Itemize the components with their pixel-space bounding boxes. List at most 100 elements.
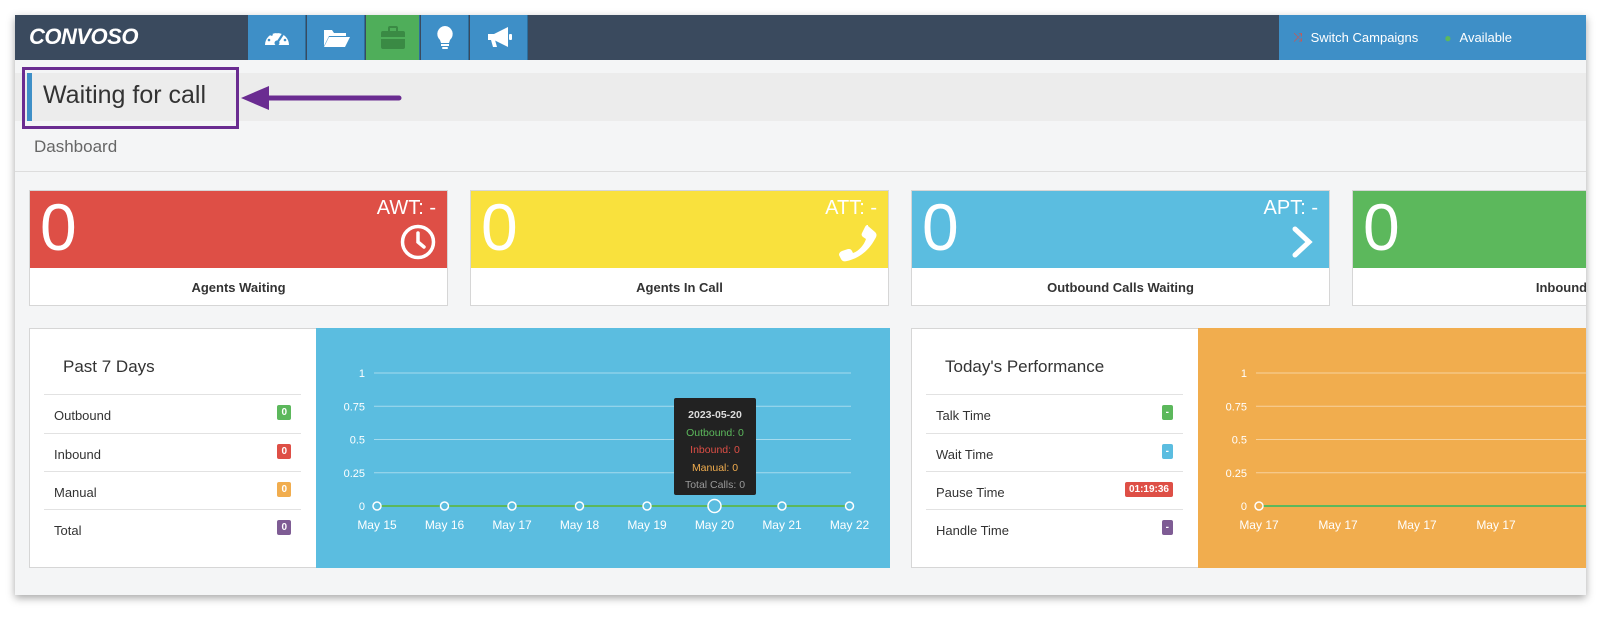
switch-campaigns-label: Switch Campaigns — [1310, 30, 1419, 45]
x-tick-label: May 20 — [695, 518, 735, 532]
card-value: 0 — [922, 190, 959, 264]
data-point — [642, 501, 652, 511]
row-label: Total — [54, 523, 82, 538]
row-label: Pause Time — [936, 485, 1005, 500]
chart-background — [316, 328, 890, 568]
time-badge: - — [1161, 405, 1173, 420]
top-navbar: CONVOSO ⤨ Switch Campaigns ● Available — [15, 15, 1586, 60]
past-7-days-panel: Past 7 Days Outbound 0 Inbound 0 Manual … — [29, 328, 317, 568]
y-tick-label: 1 — [1241, 368, 1247, 380]
shuffle-icon: ⤨ — [1293, 30, 1303, 44]
todays-performance-panel: Today's Performance Talk Time - Wait Tim… — [911, 328, 1199, 568]
folder-open-icon — [323, 29, 350, 47]
chart-tooltip: 2023-05-20 Outbound: 0 Inbound: 0 Manual… — [674, 398, 756, 495]
data-point — [574, 501, 585, 511]
app-window: CONVOSO ⤨ Switch Campaigns ● Available W… — [15, 15, 1586, 595]
y-tick-label: 0.5 — [1232, 435, 1247, 447]
y-tick-label: 0.25 — [1226, 468, 1247, 480]
x-tick-label: May 17 — [1318, 518, 1358, 532]
panel-title: Today's Performance — [945, 357, 1105, 376]
tooltip-inbound: Inbound: 0 — [690, 444, 740, 456]
card-metric: ATT: - — [825, 197, 877, 219]
megaphone-icon — [487, 26, 512, 47]
dashboard-nav-button[interactable] — [248, 15, 306, 60]
tooltip-total: Total Calls: 0 — [684, 479, 746, 491]
data-point — [1254, 501, 1264, 511]
y-tick-label: 0.75 — [344, 401, 365, 413]
top-right-actions: ⤨ Switch Campaigns ● Available — [1279, 15, 1586, 60]
card-label: Inbound — [1535, 280, 1586, 295]
count-badge: 0 — [277, 444, 291, 459]
count-badge: 0 — [277, 405, 291, 420]
data-point — [777, 501, 787, 511]
availability-label: Available — [1459, 30, 1513, 45]
stat-row-talk-time: Talk Time - — [926, 394, 1183, 432]
stat-row-inbound: Inbound 0 — [44, 433, 301, 471]
x-tick-label: May 18 — [560, 518, 600, 532]
y-tick-label: 0 — [1241, 501, 1247, 513]
card-value: 0 — [1363, 190, 1400, 264]
x-tick-label: May 17 — [1476, 518, 1516, 532]
x-tick-label: May 19 — [627, 518, 667, 532]
stat-row-wait-time: Wait Time - — [926, 433, 1183, 471]
ideas-nav-button[interactable] — [421, 15, 469, 60]
agents-in-call-card: 0 ATT: - Agents In Call — [470, 190, 889, 306]
todays-performance-chart: 0 0.25 0.5 0.75 1 May 17 May 17 May 17 May 17 — [1198, 328, 1586, 568]
row-label: Wait Time — [936, 447, 994, 462]
annotation-arrow-icon — [241, 86, 402, 110]
y-tick-label: 1 — [359, 368, 365, 380]
briefcase-icon — [380, 25, 405, 49]
highlighted-data-point — [707, 498, 722, 514]
briefcase-nav-button[interactable] — [366, 15, 420, 60]
row-label: Handle Time — [936, 523, 1009, 538]
convoso-logo[interactable]: CONVOSO — [29, 24, 138, 50]
switch-campaigns-button[interactable]: ⤨ Switch Campaigns — [1293, 30, 1418, 45]
count-badge: 0 — [277, 520, 291, 535]
y-tick-label: 0 — [359, 501, 365, 513]
outbound-calls-waiting-card: 0 APT: - Outbound Calls Waiting — [911, 190, 1330, 306]
x-tick-label: May 15 — [357, 518, 397, 532]
agents-waiting-card: 0 AWT: - Agents Waiting — [29, 190, 448, 306]
row-label: Outbound — [54, 408, 112, 423]
card-label: Outbound Calls Waiting — [1047, 280, 1194, 295]
x-tick-label: May 17 — [1239, 518, 1279, 532]
panel-title: Past 7 Days — [63, 357, 155, 376]
breadcrumb: Dashboard — [34, 137, 118, 156]
row-label: Talk Time — [936, 408, 991, 423]
announcements-nav-button[interactable] — [470, 15, 528, 60]
lightbulb-icon — [436, 25, 453, 49]
stat-row-outbound: Outbound 0 — [44, 394, 301, 432]
speedometer-icon — [264, 30, 289, 45]
y-tick-label: 0.25 — [344, 468, 365, 480]
data-point — [507, 501, 517, 511]
clock-icon — [400, 224, 436, 260]
tooltip-outbound: Outbound: 0 — [686, 426, 744, 439]
status-dot-icon: ● — [1444, 30, 1452, 45]
stat-row-pause-time: Pause Time 01:19:36 — [926, 471, 1183, 509]
folder-nav-button[interactable] — [307, 15, 365, 60]
phone-icon — [839, 225, 877, 262]
x-tick-label: May 17 — [492, 518, 532, 532]
chevron-right-icon — [1292, 226, 1313, 258]
x-tick-label: May 16 — [425, 518, 465, 532]
chart-background — [1198, 328, 1586, 568]
x-tick-label: May 17 — [1397, 518, 1437, 532]
row-label: Manual — [54, 485, 97, 500]
time-badge: - — [1161, 444, 1173, 459]
row-label: Inbound — [54, 447, 101, 462]
x-tick-label: May 21 — [762, 518, 802, 532]
tooltip-manual: Manual: 0 — [691, 461, 739, 474]
y-tick-label: 0.75 — [1226, 401, 1247, 413]
card-value: 0 — [40, 190, 77, 264]
x-tick-label: May 22 — [830, 518, 870, 532]
inbound-card: 0 Inbound — [1352, 190, 1586, 306]
count-badge: 0 — [277, 482, 291, 497]
card-label: Agents Waiting — [191, 280, 286, 295]
divider — [15, 171, 1586, 172]
stat-row-total: Total 0 — [44, 509, 301, 547]
card-metric: APT: - — [1263, 197, 1318, 219]
data-point — [439, 501, 450, 511]
availability-status-button[interactable]: ● Available — [1444, 30, 1512, 45]
past-7-days-chart: 0 0.25 0.5 0.75 1 May 15 May 16 May 17 May 18 May… — [316, 328, 890, 568]
highlight-box — [22, 67, 239, 129]
